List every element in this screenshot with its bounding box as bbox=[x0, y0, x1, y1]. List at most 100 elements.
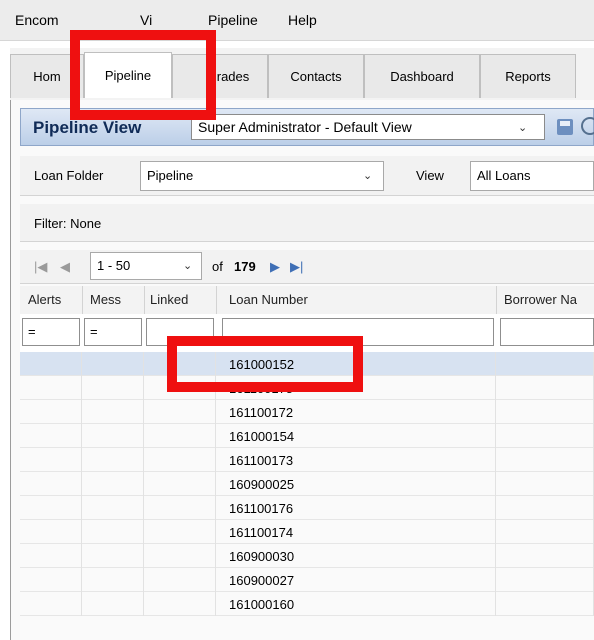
menu-pipeline[interactable]: Pipeline bbox=[208, 12, 258, 28]
table-cell bbox=[20, 400, 82, 424]
table-cell bbox=[20, 376, 82, 400]
table-row[interactable]: 161100172 bbox=[20, 400, 594, 424]
menu-encompass[interactable]: Encom bbox=[15, 12, 59, 28]
table-cell bbox=[82, 376, 144, 400]
table-row[interactable]: 161100176 bbox=[20, 496, 594, 520]
table-cell bbox=[496, 400, 594, 424]
view-filter-label: View bbox=[416, 168, 444, 183]
tab-reports-label: Reports bbox=[505, 69, 551, 84]
table-cell bbox=[144, 424, 216, 448]
table-row[interactable]: 161100174 bbox=[20, 520, 594, 544]
view-filter-select[interactable]: All Loans bbox=[470, 161, 594, 191]
chevron-down-icon: ⌄ bbox=[363, 170, 373, 182]
table-cell bbox=[496, 496, 594, 520]
column-header-linked[interactable]: Linked bbox=[150, 292, 188, 307]
table-row[interactable]: 160900025 bbox=[20, 472, 594, 496]
column-header-borrower-name[interactable]: Borrower Na bbox=[504, 292, 577, 307]
table-cell bbox=[20, 448, 82, 472]
table-cell bbox=[144, 520, 216, 544]
table-cell bbox=[82, 520, 144, 544]
next-page-icon[interactable]: ▶ bbox=[270, 259, 280, 275]
loan-number-cell: 161100173 bbox=[229, 453, 294, 468]
table-cell bbox=[82, 352, 144, 376]
view-filter-value: All Loans bbox=[477, 168, 531, 183]
view-selector[interactable]: Super Administrator - Default View ⌄ bbox=[191, 114, 545, 140]
table-cell bbox=[144, 592, 216, 616]
loan-folder-value: Pipeline bbox=[147, 168, 194, 183]
column-divider bbox=[496, 286, 497, 314]
pipeline-tab-highlight bbox=[70, 30, 216, 120]
filter-text: Filter: None bbox=[34, 216, 102, 231]
alerts-filter-value: = bbox=[28, 324, 36, 339]
loan-number-cell: 161100176 bbox=[229, 501, 294, 516]
last-page-icon[interactable]: ▶| bbox=[290, 259, 303, 275]
tab-reports[interactable]: Reports bbox=[480, 54, 576, 98]
tab-contacts-label: Contacts bbox=[290, 69, 342, 84]
table-cell bbox=[82, 592, 144, 616]
loan-folder-row: Loan Folder Pipeline ⌄ View All Loans bbox=[20, 156, 594, 196]
tab-dashboard[interactable]: Dashboard bbox=[364, 54, 480, 98]
view-selector-value: Super Administrator - Default View bbox=[198, 119, 412, 135]
loan-number-highlight bbox=[167, 336, 363, 392]
table-cell bbox=[144, 472, 216, 496]
table-cell bbox=[144, 400, 216, 424]
loan-folder-label: Loan Folder bbox=[34, 168, 104, 183]
page-range-select[interactable]: 1 - 50 ⌄ bbox=[90, 252, 202, 280]
previous-page-icon[interactable]: ◀ bbox=[60, 259, 70, 275]
loan-number-cell: 160900025 bbox=[229, 477, 295, 492]
first-page-icon[interactable]: |◀ bbox=[34, 259, 47, 275]
table-cell bbox=[144, 496, 216, 520]
loan-number-cell: 161000160 bbox=[229, 597, 295, 612]
table-cell bbox=[496, 544, 594, 568]
column-header-loan-number[interactable]: Loan Number bbox=[229, 292, 308, 307]
table-cell bbox=[82, 544, 144, 568]
loan-folder-select[interactable]: Pipeline ⌄ bbox=[140, 161, 384, 191]
page-range-value: 1 - 50 bbox=[97, 258, 131, 273]
table-row[interactable]: 161000154 bbox=[20, 424, 594, 448]
table-cell bbox=[144, 544, 216, 568]
messages-filter-input[interactable]: = bbox=[84, 318, 142, 346]
table-cell bbox=[20, 496, 82, 520]
alerts-filter-input[interactable]: = bbox=[22, 318, 80, 346]
messages-filter-value: = bbox=[90, 324, 98, 339]
filter-bar: Filter: None bbox=[20, 204, 594, 242]
pager-bar: |◀ ◀ 1 - 50 ⌄ of 179 ▶ ▶| bbox=[20, 250, 594, 284]
table-cell bbox=[82, 496, 144, 520]
table-row[interactable]: 161100173 bbox=[20, 448, 594, 472]
loan-number-cell: 161100172 bbox=[229, 405, 294, 420]
tab-home-label: Hom bbox=[33, 69, 61, 84]
save-icon[interactable] bbox=[557, 119, 573, 135]
table-cell bbox=[496, 592, 594, 616]
refresh-icon[interactable] bbox=[581, 117, 594, 135]
table-cell bbox=[144, 448, 216, 472]
table-cell bbox=[496, 472, 594, 496]
borrower-filter-input[interactable] bbox=[500, 318, 594, 346]
table-cell bbox=[82, 424, 144, 448]
tab-trades-label: rades bbox=[216, 69, 250, 84]
loan-number-cell: 160900027 bbox=[229, 573, 295, 588]
column-header-messages[interactable]: Mess bbox=[90, 292, 121, 307]
table-cell bbox=[20, 352, 82, 376]
tab-contacts[interactable]: Contacts bbox=[268, 54, 364, 98]
column-header-alerts[interactable]: Alerts bbox=[28, 292, 61, 307]
table-cell bbox=[20, 520, 82, 544]
table-cell bbox=[82, 448, 144, 472]
table-row[interactable]: 160900030 bbox=[20, 544, 594, 568]
table-row[interactable]: 161000160 bbox=[20, 592, 594, 616]
table-cell bbox=[82, 400, 144, 424]
table-cell bbox=[20, 544, 82, 568]
table-cell bbox=[20, 472, 82, 496]
table-cell bbox=[144, 568, 216, 592]
loan-number-cell: 160900030 bbox=[229, 549, 295, 564]
table-cell bbox=[496, 376, 594, 400]
pipeline-view-title: Pipeline View bbox=[33, 118, 142, 137]
column-divider bbox=[144, 286, 145, 314]
menu-view[interactable]: Vi bbox=[140, 12, 152, 28]
menu-help[interactable]: Help bbox=[288, 12, 317, 28]
loan-list: 161000152 161100175 161100172 161000154 1611… bbox=[20, 352, 594, 640]
table-cell bbox=[20, 592, 82, 616]
loan-number-cell: 161100174 bbox=[229, 525, 294, 540]
table-row[interactable]: 160900027 bbox=[20, 568, 594, 592]
table-cell bbox=[496, 520, 594, 544]
column-divider bbox=[82, 286, 83, 314]
